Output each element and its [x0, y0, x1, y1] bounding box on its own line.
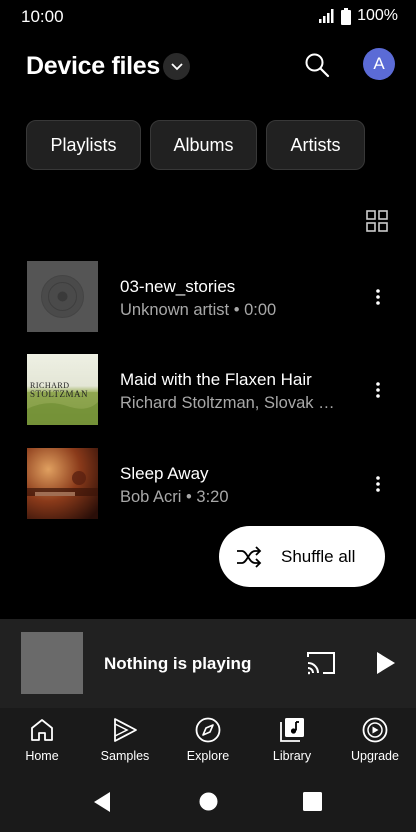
home-icon — [31, 719, 53, 741]
search-button[interactable] — [302, 50, 332, 80]
cast-icon — [307, 652, 335, 675]
play-button[interactable] — [374, 650, 398, 676]
nav-samples[interactable]: Samples — [87, 716, 163, 776]
song-row[interactable]: 03-new_stories Unknown artist • 0:00 — [0, 261, 416, 339]
nav-upgrade[interactable]: Upgrade — [337, 716, 413, 776]
nav-home[interactable]: Home — [4, 716, 80, 776]
chevron-down-icon — [170, 62, 183, 70]
nav-label: Samples — [100, 749, 150, 763]
more-options-button[interactable] — [366, 378, 390, 402]
shuffle-all-button[interactable]: Shuffle all — [219, 526, 385, 587]
more-options-button[interactable] — [366, 285, 390, 309]
nav-library[interactable]: Library — [254, 716, 330, 776]
more-vert-icon — [376, 476, 380, 492]
play-icon — [377, 652, 395, 674]
search-icon — [305, 53, 330, 78]
cast-button[interactable] — [306, 650, 336, 676]
mini-player-title: Nothing is playing — [104, 654, 252, 673]
title-dropdown-button[interactable] — [163, 53, 190, 80]
more-vert-icon — [376, 382, 380, 398]
chip-albums[interactable]: Albums — [150, 120, 257, 170]
status-bar: 10:00 100% — [0, 0, 416, 34]
status-time: 10:00 — [21, 7, 64, 26]
home-circle-icon[interactable] — [199, 792, 218, 811]
mini-player-thumbnail — [21, 632, 83, 694]
compass-icon — [195, 717, 221, 743]
signal-icon — [319, 9, 334, 23]
chip-artists[interactable]: Artists — [266, 120, 365, 170]
song-title: 03-new_stories — [120, 277, 236, 296]
song-row[interactable]: Sleep Away Bob Acri • 3:20 — [0, 448, 416, 526]
system-navigation-bar — [0, 778, 416, 832]
song-title: Sleep Away — [120, 464, 209, 483]
samples-icon — [114, 718, 137, 742]
back-icon[interactable] — [92, 791, 112, 813]
song-row[interactable]: RICHARD STOLTZMAN Maid with the Flaxen H… — [0, 354, 416, 432]
nav-label: Home — [25, 749, 59, 763]
battery-percentage: 100% — [357, 7, 398, 24]
vinyl-icon — [27, 261, 98, 332]
bottom-navigation: Home Samples Explore Library Upgrade — [0, 708, 416, 778]
upgrade-icon — [362, 717, 388, 743]
grid-icon — [366, 210, 388, 232]
song-subtitle: Richard Stoltzman, Slovak Radio Symphony… — [120, 394, 345, 412]
more-options-button[interactable] — [366, 472, 390, 496]
header: Device files A — [0, 40, 416, 96]
shuffle-all-label: Shuffle all — [281, 547, 356, 566]
grid-view-button[interactable] — [366, 210, 388, 232]
album-art-text: STOLTZMAN — [30, 389, 89, 399]
song-subtitle: Unknown artist • 0:00 — [120, 301, 277, 319]
avatar[interactable]: A — [363, 48, 395, 80]
recents-icon[interactable] — [303, 792, 322, 811]
song-subtitle: Bob Acri • 3:20 — [120, 488, 229, 506]
chip-playlists[interactable]: Playlists — [26, 120, 141, 170]
song-title: Maid with the Flaxen Hair — [120, 370, 312, 389]
mini-player[interactable]: Nothing is playing — [0, 619, 416, 708]
nav-label: Explore — [186, 749, 230, 763]
filter-chips: Playlists Albums Artists — [26, 120, 365, 170]
song-thumbnail — [27, 261, 98, 332]
song-thumbnail: RICHARD STOLTZMAN — [27, 354, 98, 425]
library-icon — [280, 718, 304, 742]
more-vert-icon — [376, 289, 380, 305]
nav-explore[interactable]: Explore — [170, 716, 246, 776]
battery-icon — [341, 7, 352, 25]
song-thumbnail — [27, 448, 98, 519]
nav-label: Library — [272, 749, 312, 763]
status-indicators: 100% — [319, 7, 398, 25]
shuffle-icon — [237, 546, 262, 568]
page-title: Device files — [26, 52, 160, 80]
nav-label: Upgrade — [351, 749, 399, 763]
album-art — [27, 448, 98, 519]
